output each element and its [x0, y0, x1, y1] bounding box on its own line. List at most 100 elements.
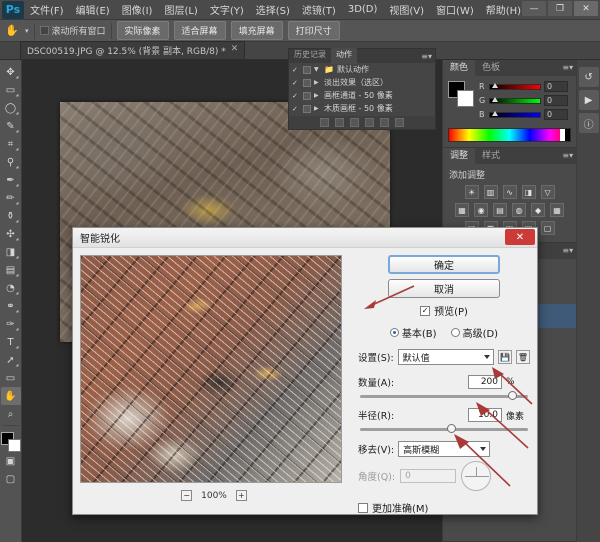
action-dialog-icon[interactable] [303, 66, 311, 74]
background-color-swatch[interactable] [8, 439, 21, 452]
menu-view[interactable]: 视图(V) [383, 0, 430, 19]
menu-select[interactable]: 选择(S) [250, 0, 296, 19]
tab-history[interactable]: 历史记录 [289, 48, 331, 64]
blue-slider-row[interactable]: B 0 [479, 109, 571, 120]
quick-select-tool[interactable]: ✎ [1, 117, 21, 135]
menu-file[interactable]: 文件(F) [24, 0, 70, 19]
settings-select[interactable]: 默认值 [398, 349, 494, 365]
save-preset-icon[interactable]: 💾 [498, 350, 512, 364]
smart-sharpen-dialog[interactable]: 智能锐化 ✕ − 100% + 确定 取消 ✓ 预览(P) 基 [72, 227, 538, 515]
document-tab[interactable]: DSC00519.JPG @ 12.5% (背景 副本, RGB/8) * ✕ [20, 41, 245, 59]
actual-pixels-button[interactable]: 实际像素 [117, 21, 169, 40]
type-tool[interactable]: T [1, 333, 21, 351]
color-panel[interactable]: 颜色 色板 ≡▾ R 0 G [443, 60, 576, 148]
path-selection-tool[interactable]: ➚ [1, 351, 21, 369]
clone-stamp-tool[interactable]: ⚱ [1, 207, 21, 225]
preview-checkbox[interactable]: ✓ [420, 306, 430, 316]
preview-checkbox-row[interactable]: ✓ 预览(P) [358, 303, 530, 318]
green-slider[interactable] [489, 98, 541, 104]
stop-icon[interactable] [320, 118, 329, 127]
more-accurate-row[interactable]: 更加准确(M) [358, 500, 530, 515]
selective-color-icon[interactable]: ▢ [541, 221, 555, 235]
slider-thumb[interactable] [492, 111, 498, 116]
action-toggle-icon[interactable]: ✓ [292, 105, 300, 113]
record-icon[interactable] [335, 118, 344, 127]
eraser-tool[interactable]: ◨ [1, 243, 21, 261]
pen-tool[interactable]: ✑ [1, 315, 21, 333]
amount-slider[interactable] [360, 395, 528, 398]
vibrance-icon[interactable]: ▽ [541, 185, 555, 199]
action-toggle-icon[interactable]: ✓ [292, 92, 300, 100]
color-balance-icon[interactable]: ◉ [474, 203, 488, 217]
quick-mask-icon[interactable]: ▣ [1, 452, 21, 470]
panel-menu-icon[interactable]: ≡▾ [562, 246, 573, 255]
action-row[interactable]: ✓ ▶ 画框通道 - 50 像素 [289, 89, 435, 102]
curves-icon[interactable]: ∿ [503, 185, 517, 199]
actions-panel[interactable]: 历史记录 动作 ≡▾ ✓ ▼ 📁 默认动作 ✓ ▶ 淡出效果（选区） ✓ ▶ 画… [288, 48, 436, 130]
amount-input[interactable]: 200 [468, 375, 502, 389]
panel-menu-icon[interactable]: ≡▾ [562, 63, 573, 72]
fit-screen-button[interactable]: 适合屏幕 [174, 21, 226, 40]
menu-type[interactable]: 文字(Y) [204, 0, 250, 19]
radius-slider[interactable] [360, 428, 528, 431]
menu-filter[interactable]: 滤镜(T) [296, 0, 342, 19]
basic-radio[interactable]: 基本(B) [390, 325, 437, 340]
action-row[interactable]: ✓ ▶ 淡出效果（选区） [289, 76, 435, 89]
action-row[interactable]: ✓ ▼ 📁 默认动作 [289, 63, 435, 76]
action-dialog-icon[interactable] [303, 105, 311, 113]
brush-tool[interactable]: ✏ [1, 189, 21, 207]
tool-preset-caret[interactable]: ▾ [25, 27, 29, 35]
radio-dot[interactable] [451, 328, 460, 337]
action-toggle-icon[interactable]: ✓ [292, 79, 300, 87]
red-value[interactable]: 0 [544, 81, 568, 92]
zoom-out-button[interactable]: − [181, 490, 192, 501]
dialog-close-button[interactable]: ✕ [505, 229, 535, 245]
blue-value[interactable]: 0 [544, 109, 568, 120]
color-spectrum-ramp[interactable] [448, 128, 571, 142]
tab-swatches[interactable]: 色板 [475, 60, 507, 76]
delete-preset-icon[interactable]: 🗑 [516, 350, 530, 364]
radius-input[interactable]: 10.0 [468, 408, 502, 422]
black-white-icon[interactable]: ▤ [493, 203, 507, 217]
cancel-button[interactable]: 取消 [388, 279, 500, 298]
ok-button[interactable]: 确定 [388, 255, 500, 274]
lasso-tool[interactable]: ◯ [1, 99, 21, 117]
zoom-tool[interactable]: ⌕ [1, 405, 21, 423]
background-color-swatch[interactable] [457, 90, 474, 107]
screen-mode-icon[interactable]: ▢ [1, 470, 21, 488]
healing-brush-tool[interactable]: ✒ [1, 171, 21, 189]
new-action-icon[interactable] [380, 118, 389, 127]
close-icon[interactable]: ✕ [231, 44, 239, 57]
radio-dot[interactable] [390, 328, 399, 337]
more-accurate-checkbox[interactable] [358, 503, 368, 513]
maximize-button[interactable]: ❐ [548, 1, 572, 16]
red-slider-row[interactable]: R 0 [479, 81, 571, 92]
slider-thumb[interactable] [508, 391, 517, 400]
blue-slider[interactable] [489, 112, 541, 118]
panel-menu-icon[interactable]: ≡▾ [562, 151, 573, 160]
gradient-tool[interactable]: ▤ [1, 261, 21, 279]
slider-thumb[interactable] [492, 83, 498, 88]
red-slider[interactable] [489, 84, 541, 90]
tab-styles[interactable]: 样式 [475, 148, 507, 164]
minimize-button[interactable]: — [522, 1, 546, 16]
history-icon[interactable]: ↺ [579, 67, 599, 87]
menu-layer[interactable]: 图层(L) [158, 0, 203, 19]
delete-icon[interactable] [395, 118, 404, 127]
menu-3d[interactable]: 3D(D) [342, 2, 384, 17]
action-dialog-icon[interactable] [303, 79, 311, 87]
dodge-tool[interactable]: ⚭ [1, 297, 21, 315]
menu-image[interactable]: 图像(I) [116, 0, 159, 19]
color-swatch-pair[interactable] [448, 81, 474, 107]
move-tool[interactable]: ✥ [1, 63, 21, 81]
zoom-in-button[interactable]: + [236, 490, 247, 501]
marquee-tool[interactable]: ▭ [1, 81, 21, 99]
hand-icon[interactable]: ✋ [4, 23, 20, 39]
tab-actions[interactable]: 动作 [331, 48, 357, 64]
exposure-icon[interactable]: ◨ [522, 185, 536, 199]
blur-tool[interactable]: ◔ [1, 279, 21, 297]
new-set-icon[interactable] [365, 118, 374, 127]
levels-icon[interactable]: ▥ [484, 185, 498, 199]
slider-thumb[interactable] [447, 424, 456, 433]
play-icon[interactable] [350, 118, 359, 127]
